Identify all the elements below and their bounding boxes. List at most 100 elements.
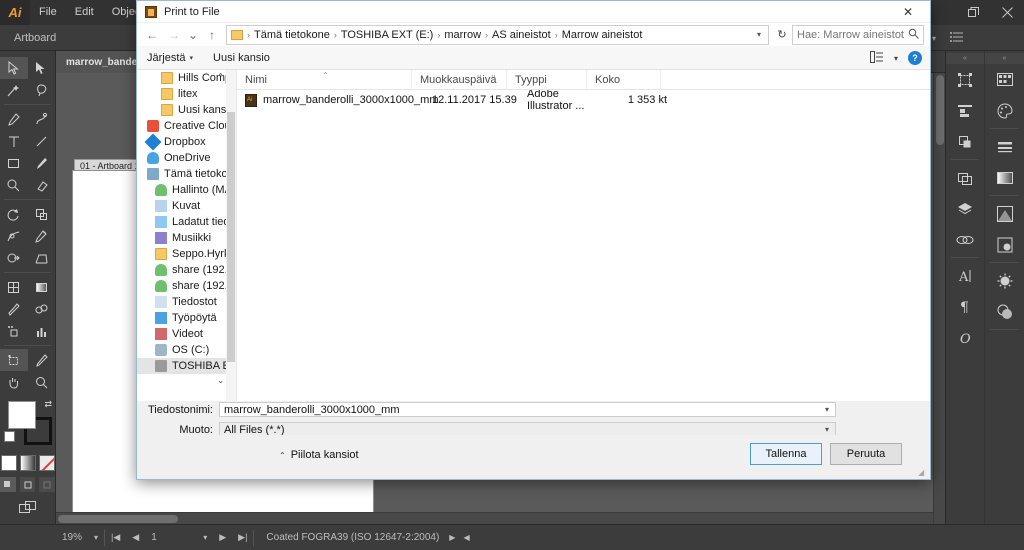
menu-edit[interactable]: Edit: [66, 0, 103, 25]
nav-pane-item[interactable]: Musiikki: [137, 230, 226, 246]
fill-swatch[interactable]: [8, 401, 36, 429]
symbols-panel-icon[interactable]: [985, 296, 1024, 327]
shaper-tool-icon[interactable]: [0, 174, 28, 196]
save-file-dialog[interactable]: Print to File ✕ ← → ⌄ ↑ › Tämä tietokone…: [136, 0, 931, 480]
hide-folders-toggle[interactable]: ⌃ Piilota kansiot: [279, 449, 359, 461]
gradient-panel-icon[interactable]: [985, 162, 1024, 193]
color-profile-label[interactable]: Coated FOGRA39 (ISO 12647-2:2004): [254, 525, 445, 550]
nav-pane-item[interactable]: Hills Component: [137, 70, 236, 86]
transparency-panel-icon[interactable]: [985, 198, 1024, 229]
scrollbar-thumb[interactable]: [227, 112, 235, 362]
view-list-icon[interactable]: [869, 50, 884, 66]
graphic-styles-panel-icon[interactable]: [985, 265, 1024, 296]
status-collapse-icon[interactable]: ◀: [459, 533, 473, 542]
address-breadcrumb-bar[interactable]: › Tämä tietokone › TOSHIBA EXT (E:) › ma…: [226, 24, 769, 45]
nav-pane-item[interactable]: Työpöytä: [137, 310, 226, 326]
search-input[interactable]: Hae: Marrow aineistot: [792, 24, 924, 45]
nav-pane-item[interactable]: OneDrive: [137, 150, 226, 166]
nav-pane-item[interactable]: share (192.168.30: [137, 278, 236, 294]
artboard-dropdown-icon[interactable]: ▾: [197, 525, 213, 550]
magic-wand-tool-icon[interactable]: [0, 79, 28, 101]
paragraph-panel-icon[interactable]: ¶: [946, 291, 984, 322]
slice-tool-icon[interactable]: [28, 349, 56, 371]
workspace-list-icon[interactable]: [950, 31, 964, 46]
links-panel-icon[interactable]: [946, 224, 984, 255]
canvas-vertical-scrollbar[interactable]: [933, 73, 945, 524]
perspective-grid-tool-icon[interactable]: [28, 247, 56, 269]
selection-tool-icon[interactable]: [0, 57, 28, 79]
type-tool-icon[interactable]: [0, 130, 28, 152]
first-artboard-icon[interactable]: |◀: [105, 525, 126, 550]
navigation-pane[interactable]: Hills Component litex Uusi kansio (2)Creat…: [137, 70, 237, 401]
fill-stroke-swatches[interactable]: ⇄: [0, 397, 56, 451]
file-list-pane[interactable]: Nimi ⌃ Muokkauspäivä Tyyppi Koko marrow_…: [237, 70, 930, 401]
breadcrumb-item-0[interactable]: Tämä tietokone: [251, 29, 333, 41]
breadcrumb-item-1[interactable]: TOSHIBA EXT (E:): [338, 29, 437, 41]
rotate-tool-icon[interactable]: [0, 203, 28, 225]
nav-pane-item[interactable]: share (192.168.30: [137, 262, 236, 278]
nav-pane-item[interactable]: Videot: [137, 326, 226, 342]
nav-pane-item[interactable]: TOSHIBA EXT (E:: [137, 358, 236, 374]
save-button[interactable]: Tallenna: [750, 443, 822, 465]
forward-button[interactable]: →: [163, 24, 185, 46]
artboards-panel-icon[interactable]: [946, 162, 984, 193]
menu-file[interactable]: File: [30, 0, 66, 25]
restore-window-icon[interactable]: [956, 0, 990, 25]
nav-pane-item[interactable]: Dropbox: [137, 133, 226, 151]
column-header-size[interactable]: Koko: [587, 70, 661, 89]
nav-pane-item[interactable]: Ladatut tiedosto: [137, 214, 236, 230]
canvas-horizontal-scrollbar[interactable]: [56, 512, 933, 524]
filename-input[interactable]: marrow_banderolli_3000x1000_mm ▾: [219, 402, 836, 417]
breadcrumb-item-3[interactable]: AS aineistot: [489, 29, 554, 41]
new-folder-button[interactable]: Uusi kansio: [203, 52, 280, 64]
artboard-number[interactable]: 1: [145, 525, 197, 550]
color-panel-icon[interactable]: [985, 95, 1024, 126]
nav-pane-item[interactable]: litex: [137, 86, 226, 102]
align-panel-icon[interactable]: [946, 95, 984, 126]
dock-collapse-icon[interactable]: «: [985, 53, 1024, 64]
scrollbar-thumb[interactable]: [936, 75, 944, 145]
draw-behind-icon[interactable]: [19, 477, 36, 492]
gradient-button[interactable]: [19, 455, 36, 471]
scroll-up-icon[interactable]: ⌃: [217, 72, 224, 81]
close-window-icon[interactable]: [990, 0, 1024, 25]
chevron-down-icon[interactable]: ▾: [932, 34, 936, 43]
recent-locations-button[interactable]: ⌄: [185, 24, 201, 46]
chevron-down-icon[interactable]: ▾: [821, 405, 833, 414]
dialog-title-bar[interactable]: Print to File ✕: [137, 1, 930, 23]
dock-collapse-icon[interactable]: «: [946, 53, 984, 64]
last-artboard-icon[interactable]: ▶|: [232, 525, 253, 550]
prev-artboard-icon[interactable]: ◀: [126, 525, 145, 550]
swatches-panel-icon[interactable]: [985, 64, 1024, 95]
dialog-close-button[interactable]: ✕: [886, 1, 930, 23]
line-segment-tool-icon[interactable]: [28, 130, 56, 152]
refresh-button[interactable]: ↻: [772, 24, 792, 46]
gradient-tool-icon[interactable]: [28, 276, 56, 298]
scroll-down-icon[interactable]: ⌄: [217, 376, 224, 385]
organize-menu-button[interactable]: Järjestä ▾: [147, 52, 203, 64]
free-transform-tool-icon[interactable]: [28, 225, 56, 247]
nav-pane-item[interactable]: Tämä tietokone: [137, 166, 236, 182]
resize-grip-icon[interactable]: ◢: [918, 468, 928, 478]
nav-pane-item[interactable]: Tiedostot: [137, 294, 226, 310]
shape-builder-tool-icon[interactable]: [0, 247, 28, 269]
nav-pane-item[interactable]: Hallinto (MARRO: [137, 182, 236, 198]
nav-pane-item[interactable]: Creative Cloud File: [137, 118, 236, 134]
stroke-panel-icon[interactable]: [985, 131, 1024, 162]
chevron-down-icon[interactable]: ▾: [821, 425, 833, 434]
layers-panel-icon[interactable]: [946, 193, 984, 224]
pen-tool-icon[interactable]: [0, 108, 28, 130]
lasso-tool-icon[interactable]: [28, 79, 56, 101]
none-button[interactable]: [38, 455, 55, 471]
next-artboard-icon[interactable]: ▶: [213, 525, 232, 550]
swap-fill-stroke-icon[interactable]: ⇄: [44, 399, 52, 410]
transform-panel-icon[interactable]: [946, 64, 984, 95]
draw-inside-icon[interactable]: [39, 477, 56, 492]
character-panel-icon[interactable]: A: [946, 260, 984, 291]
rectangle-tool-icon[interactable]: [0, 152, 28, 174]
eyedropper-tool-icon[interactable]: [0, 298, 28, 320]
navigation-scrollbar[interactable]: [226, 70, 236, 401]
screen-mode-icon[interactable]: [0, 500, 55, 514]
cancel-button[interactable]: Peruuta: [830, 443, 902, 465]
column-graph-tool-icon[interactable]: [28, 320, 56, 342]
